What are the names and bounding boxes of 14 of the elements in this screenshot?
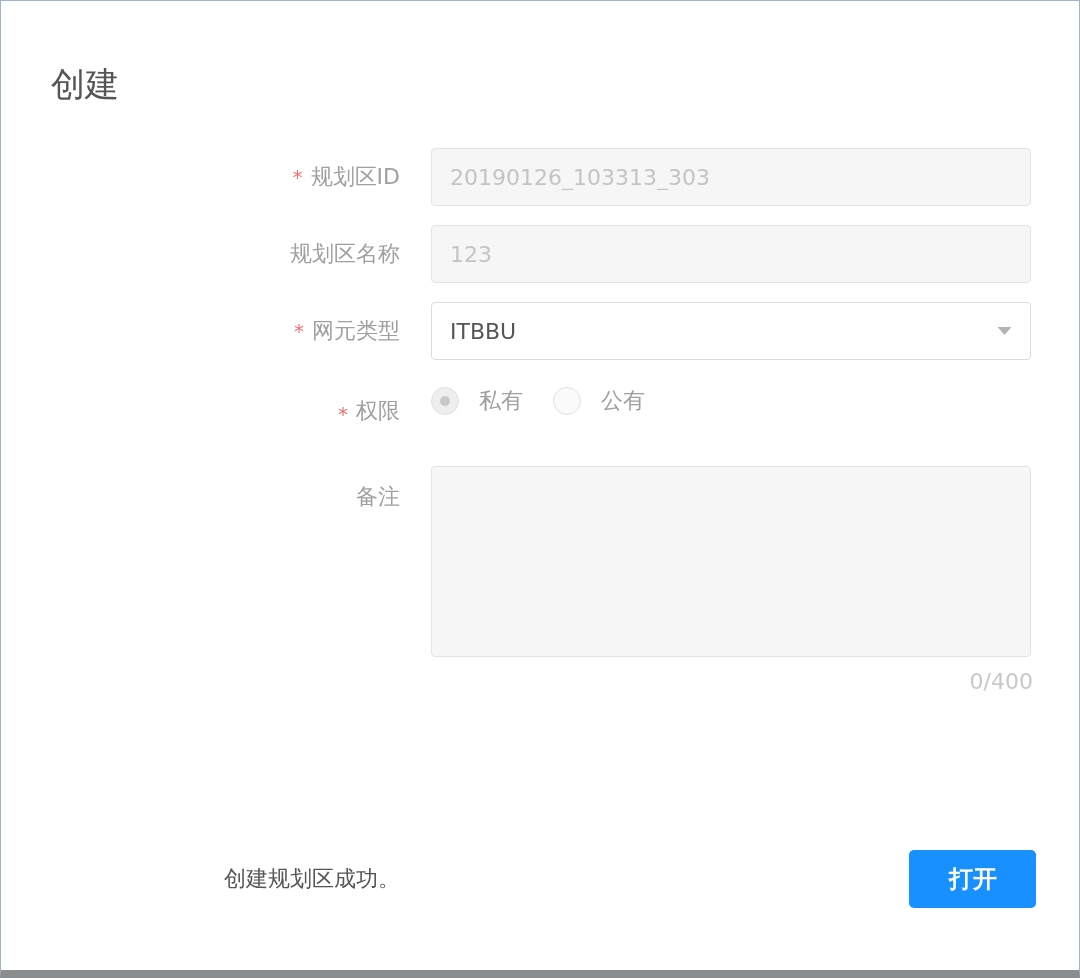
status-message: 创建规划区成功。 bbox=[224, 865, 400, 893]
notes-field[interactable] bbox=[431, 466, 1031, 657]
open-button[interactable]: 打开 bbox=[909, 850, 1036, 908]
required-mark: * bbox=[294, 319, 304, 343]
select-field[interactable]: ITBBU bbox=[431, 302, 1031, 360]
dialog-title: 创建 bbox=[50, 63, 120, 106]
field-label: 规划区ID bbox=[310, 163, 400, 191]
field-label: 网元类型 bbox=[312, 317, 400, 345]
required-mark: * bbox=[338, 402, 348, 426]
caret-icon bbox=[997, 327, 1012, 335]
field-label: 规划区名称 bbox=[290, 240, 400, 268]
field-label: 权限 bbox=[356, 397, 400, 425]
field-label: 备注 bbox=[356, 483, 400, 511]
required-mark: * bbox=[292, 165, 303, 189]
